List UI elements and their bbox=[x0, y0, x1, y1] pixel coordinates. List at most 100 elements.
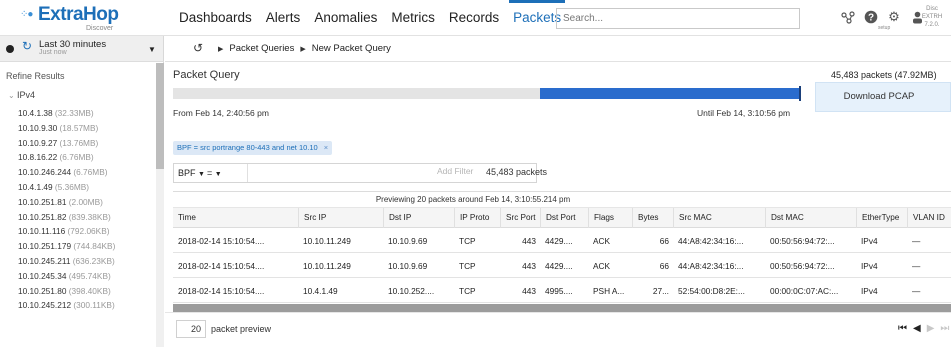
bpf-filter-chip[interactable]: BPF = src portrange 80-443 and net 10.10… bbox=[173, 141, 333, 155]
column-header[interactable]: Bytes bbox=[632, 208, 673, 228]
table-cell: TCP bbox=[459, 261, 476, 271]
column-header[interactable]: Src MAC bbox=[673, 208, 765, 228]
breadcrumb-packet-queries[interactable]: Packet Queries bbox=[229, 43, 294, 56]
table-cell: 10.10.9.69 bbox=[388, 261, 428, 271]
nav-anomalies[interactable]: Anomalies bbox=[307, 0, 384, 36]
column-header[interactable]: VLAN ID bbox=[907, 208, 951, 228]
ip-address: 10.10.246.244 bbox=[18, 167, 72, 178]
ip-size: (744.84KB) bbox=[73, 241, 116, 252]
timeline-end-handle[interactable] bbox=[799, 86, 801, 101]
column-header[interactable]: Dst MAC bbox=[765, 208, 856, 228]
timeline-selection[interactable] bbox=[540, 88, 801, 99]
ip-size: (636.23KB) bbox=[72, 255, 115, 266]
first-page-icon[interactable]: ⏮ bbox=[898, 323, 907, 334]
column-header[interactable]: Time bbox=[173, 208, 298, 228]
ip-address: 10.10.251.81 bbox=[18, 196, 67, 207]
table-cell: — bbox=[912, 286, 921, 296]
filter-field-select[interactable]: BPF ▼ bbox=[178, 168, 205, 178]
ip-address: 10.10.251.82 bbox=[18, 211, 67, 222]
ipv4-group-toggle[interactable]: ⌄ IPv4 bbox=[8, 90, 35, 100]
list-item[interactable]: 10.10.245.212 (300.11KB) bbox=[18, 300, 158, 315]
caret-down-icon: ▼ bbox=[214, 171, 222, 178]
table-row[interactable]: 2018-02-14 15:10:54.... 10.10.11.249 10.10… bbox=[173, 229, 951, 253]
time-selector[interactable]: ↻ Last 30 minutes Just now ▼ bbox=[0, 36, 164, 62]
table-row[interactable]: 2018-02-14 15:10:54.... 10.10.11.249 10.10… bbox=[173, 254, 951, 278]
table-cell: 10.10.11.249 bbox=[303, 236, 351, 246]
ip-address: 10.10.9.30 bbox=[18, 122, 58, 133]
list-item[interactable]: 10.4.1.38 (32.33MB) bbox=[18, 108, 158, 123]
ip-size: (5.36MB) bbox=[54, 181, 90, 192]
extrahop-logo[interactable]: ⁘● ExtraHop Discover bbox=[20, 4, 160, 33]
list-item[interactable]: 10.4.1.49 (5.36MB) bbox=[18, 182, 158, 197]
list-item[interactable]: 10.8.16.22 (6.76MB) bbox=[18, 152, 158, 167]
table-cell: 2018-02-14 15:10:54.... bbox=[178, 236, 265, 246]
packet-summary: 45,483 packets (47.92MB) bbox=[831, 70, 937, 80]
breadcrumb-new-packet-query[interactable]: New Packet Query bbox=[312, 43, 391, 56]
global-search-input[interactable]: Search... bbox=[556, 8, 800, 29]
nav-alerts[interactable]: Alerts bbox=[259, 0, 308, 36]
list-item[interactable]: 10.10.245.34 (495.74KB) bbox=[18, 271, 158, 286]
caret-down-icon: ▼ bbox=[198, 171, 205, 178]
table-cell: IPv4 bbox=[861, 236, 878, 246]
table-horizontal-scrollbar[interactable] bbox=[173, 304, 951, 312]
ip-address: 10.10.251.179 bbox=[18, 241, 72, 252]
table-cell: TCP bbox=[459, 286, 476, 296]
ip-size: (2.00MB) bbox=[68, 196, 103, 207]
caret-down-icon[interactable]: ▼ bbox=[148, 45, 156, 54]
filter-operator-select[interactable]: = ▼ bbox=[207, 168, 222, 178]
list-item[interactable]: 10.10.251.82 (839.38KB) bbox=[18, 212, 158, 227]
ip-size: (300.11KB) bbox=[73, 300, 115, 311]
refresh-icon[interactable]: ↻ bbox=[22, 39, 32, 53]
table-row[interactable]: 2018-02-14 15:10:54.... 10.4.1.49 10.10.25… bbox=[173, 279, 951, 303]
nav-dashboards[interactable]: Dashboards bbox=[172, 0, 259, 36]
previous-page-icon[interactable]: ◀ bbox=[913, 323, 921, 334]
column-header[interactable]: Src IP bbox=[298, 208, 383, 228]
add-filter-button[interactable]: Add Filter bbox=[437, 166, 473, 176]
next-page-icon[interactable]: ▶ bbox=[927, 323, 935, 334]
sidebar-scrollbar-thumb[interactable] bbox=[156, 63, 164, 169]
table-cell: 27... bbox=[652, 286, 669, 296]
list-item[interactable]: 10.10.251.80 (398.40KB) bbox=[18, 286, 158, 301]
table-cell: 443 bbox=[522, 286, 536, 296]
settings-gear-icon[interactable]: ⚙ bbox=[886, 9, 902, 25]
last-page-icon[interactable]: ⏭ bbox=[940, 323, 949, 334]
column-header[interactable]: Src Port bbox=[500, 208, 540, 228]
list-item[interactable]: 10.10.251.81 (2.00MB) bbox=[18, 197, 158, 212]
table-cell: 4429.... bbox=[545, 261, 573, 271]
nav-records[interactable]: Records bbox=[442, 0, 506, 36]
table-cell: 10.10.252.... bbox=[388, 286, 435, 296]
time-toggle-icon[interactable] bbox=[6, 45, 14, 53]
table-cell: 4995.... bbox=[545, 286, 573, 296]
column-header[interactable]: IP Proto bbox=[454, 208, 500, 228]
filter-value-input[interactable] bbox=[247, 164, 248, 182]
list-item[interactable]: 10.10.9.30 (18.57MB) bbox=[18, 123, 158, 138]
list-item[interactable]: 10.10.245.211 (636.23KB) bbox=[18, 256, 158, 271]
list-item[interactable]: 10.10.251.179 (744.84KB) bbox=[18, 241, 158, 256]
history-icon[interactable]: ↺ bbox=[193, 41, 203, 55]
chevron-down-icon: ⌄ bbox=[8, 91, 17, 100]
ip-size: (6.76MB) bbox=[73, 167, 108, 178]
column-header[interactable]: Dst Port bbox=[540, 208, 588, 228]
table-cell: 66 bbox=[659, 261, 669, 271]
column-header[interactable]: Flags bbox=[588, 208, 632, 228]
table-cell: 4429.... bbox=[545, 236, 573, 246]
download-pcap-button[interactable]: Download PCAP bbox=[815, 82, 951, 112]
close-icon[interactable]: × bbox=[324, 141, 328, 155]
packet-timeline[interactable] bbox=[173, 86, 801, 101]
column-header[interactable]: EtherType bbox=[856, 208, 907, 228]
list-item[interactable]: 10.10.246.244 (6.76MB) bbox=[18, 167, 158, 182]
nav-metrics[interactable]: Metrics bbox=[384, 0, 442, 36]
table-cell: ACK bbox=[593, 236, 611, 246]
chevron-right-icon: ▶ bbox=[218, 46, 224, 53]
top-navigation-bar: ⁘● ExtraHop Discover Dashboards Alerts Ano… bbox=[0, 0, 951, 36]
column-header[interactable]: Dst IP bbox=[383, 208, 454, 228]
ip-address: 10.4.1.49 bbox=[18, 181, 53, 192]
list-item[interactable]: 10.10.9.27 (13.76MB) bbox=[18, 138, 158, 153]
help-icon[interactable]: ? bbox=[863, 9, 879, 25]
sub-toolbar: ↺ ▶ Packet Queries ▶ New Packet Query bbox=[165, 36, 951, 62]
preview-count-input[interactable]: 20 bbox=[176, 320, 206, 338]
table-cell: IPv4 bbox=[861, 261, 878, 271]
network-icon[interactable] bbox=[840, 9, 856, 25]
logo-subtitle: Discover bbox=[86, 25, 114, 32]
list-item[interactable]: 10.10.11.116 (792.06KB) bbox=[18, 226, 158, 241]
